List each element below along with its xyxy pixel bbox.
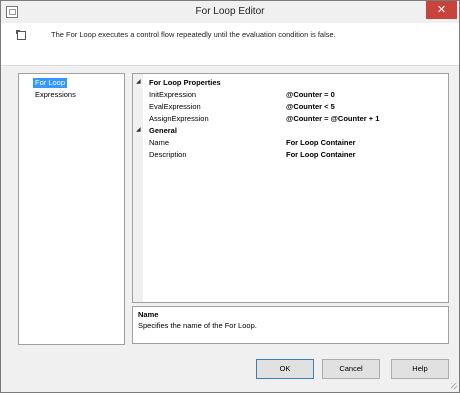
- property-row-assignexpression[interactable]: AssignExpression @Counter = @Counter + 1: [133, 113, 448, 124]
- property-value[interactable]: @Counter < 5: [286, 101, 335, 112]
- navigation-pane: For Loop Expressions: [18, 73, 125, 345]
- collapse-arrow-icon[interactable]: ◢: [136, 77, 141, 88]
- collapse-arrow-icon[interactable]: ◢: [136, 125, 141, 136]
- property-name: InitExpression: [149, 90, 197, 99]
- for-loop-editor-window: For Loop Editor ✕ The For Loop executes …: [0, 0, 460, 393]
- nav-item-expressions[interactable]: Expressions: [33, 90, 78, 100]
- close-button[interactable]: ✕: [426, 1, 457, 19]
- property-value[interactable]: For Loop Container: [286, 149, 356, 160]
- cancel-button[interactable]: Cancel: [322, 359, 380, 379]
- ok-button[interactable]: OK: [256, 359, 314, 379]
- property-grid: ◢ For Loop Properties InitExpression @Co…: [132, 73, 449, 303]
- property-value[interactable]: @Counter = @Counter + 1: [286, 113, 379, 124]
- category-general[interactable]: ◢ General: [133, 125, 448, 136]
- help-text: Specifies the name of the For Loop.: [138, 321, 257, 330]
- window-title: For Loop Editor: [195, 6, 265, 17]
- property-name: Name: [149, 138, 170, 147]
- for-loop-icon: [16, 30, 26, 40]
- category-label: General: [149, 126, 177, 135]
- property-name: AssignExpression: [149, 114, 209, 123]
- property-row-name[interactable]: Name For Loop Container: [133, 137, 448, 148]
- property-help-pane: Name Specifies the name of the For Loop.: [132, 306, 449, 344]
- property-value[interactable]: @Counter = 0: [286, 89, 335, 100]
- header-area: The For Loop executes a control flow rep…: [1, 23, 459, 66]
- property-value[interactable]: For Loop Container: [286, 137, 356, 148]
- nav-item-for-loop[interactable]: For Loop: [33, 78, 68, 88]
- help-button[interactable]: Help: [391, 359, 449, 379]
- property-row-evalexpression[interactable]: EvalExpression @Counter < 5: [133, 101, 448, 112]
- property-row-description[interactable]: Description For Loop Container: [133, 149, 448, 160]
- property-row-initexpression[interactable]: InitExpression @Counter = 0: [133, 89, 448, 100]
- resize-grip-icon[interactable]: [451, 383, 457, 389]
- category-for-loop-properties[interactable]: ◢ For Loop Properties: [133, 77, 448, 88]
- help-title: Name: [138, 310, 159, 319]
- header-description: The For Loop executes a control flow rep…: [51, 30, 336, 39]
- property-name: EvalExpression: [149, 102, 201, 111]
- category-label: For Loop Properties: [149, 78, 221, 87]
- title-bar: For Loop Editor ✕: [1, 1, 459, 23]
- property-name: Description: [149, 150, 187, 159]
